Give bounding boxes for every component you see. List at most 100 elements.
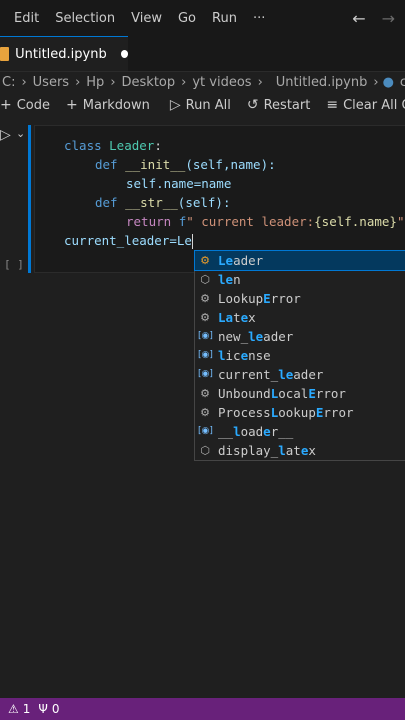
class-icon: ⚙ — [200, 292, 210, 305]
suggestion-text: __ — [218, 424, 234, 439]
clear-all-label: Clear All Ou — [343, 97, 405, 113]
notebook-file-icon — [0, 47, 10, 61]
suggestion-text: oad — [240, 424, 264, 439]
menu-view[interactable]: View — [123, 11, 170, 26]
restart-label: Restart — [263, 97, 311, 113]
punctuation: : — [154, 138, 162, 153]
plus-icon: + — [0, 97, 12, 113]
code-content: class Leader: def __init__(self,name): s… — [35, 126, 404, 249]
problems-status[interactable]: ⚠ 1 — [0, 702, 30, 716]
current-line-text: current_leader=Le — [64, 233, 192, 248]
breadcrumb-users[interactable]: Users — [31, 75, 71, 90]
suggestion-text: x — [308, 443, 316, 458]
chevron-down-icon[interactable]: ⌄ — [16, 127, 25, 140]
match-text: l — [218, 348, 226, 363]
menu-run[interactable]: Run — [204, 11, 245, 26]
suggestion-item[interactable]: [◉] __ l oad e r__ — [195, 422, 405, 441]
nav-arrows: ← → — [352, 0, 405, 36]
suggestion-text: Process — [218, 405, 271, 420]
suggestion-item[interactable]: [◉] new_ le ader — [195, 327, 405, 346]
match-text: le — [248, 329, 264, 344]
code-line-1: class Leader: — [64, 136, 162, 155]
match-text: E — [308, 386, 316, 401]
cube-icon: ⬡ — [200, 273, 210, 286]
suggestion-text: t — [233, 310, 241, 325]
suggestion-item[interactable]: ⚙ Unbound Local Error — [195, 384, 405, 403]
code-label: Code — [16, 97, 51, 113]
match-text: E — [315, 405, 324, 420]
menu-go[interactable]: Go — [170, 11, 204, 26]
variable-icon: [◉] — [198, 426, 213, 436]
params: (self): — [177, 195, 231, 210]
chevron-right-icon: › — [373, 74, 379, 90]
arrow-right-icon[interactable]: → — [382, 9, 395, 28]
suggestion-text: n — [233, 272, 241, 287]
suggestion-item[interactable]: [◉] l ic e nse — [195, 346, 405, 365]
function-name: __init__ — [125, 157, 186, 172]
add-code-cell-button[interactable]: + Code — [0, 97, 58, 113]
code-line-4: def __str__(self): — [95, 193, 230, 212]
menu-edit[interactable]: Edit — [0, 11, 47, 26]
string: " current leader: — [186, 214, 315, 229]
breadcrumb: C: › Users › Hp › Desktop › yt videos › … — [0, 71, 405, 93]
run-all-icon: ▷ — [169, 97, 181, 113]
params: (self,name): — [185, 157, 276, 172]
match-text: le — [278, 367, 294, 382]
breadcrumb-symbol[interactable]: class — [398, 75, 405, 90]
suggestion-text: ader — [263, 329, 294, 344]
suggestion-text: ader — [233, 253, 264, 268]
clear-all-outputs-button[interactable]: ≡ Clear All Ou — [318, 97, 405, 113]
add-markdown-cell-button[interactable]: + Markdown — [58, 97, 158, 113]
match-text: l — [278, 443, 286, 458]
suggestion-item[interactable]: ⬡ le n — [195, 270, 405, 289]
chevron-right-icon: › — [181, 74, 187, 90]
keyword: def — [95, 195, 126, 210]
chevron-right-icon: › — [257, 74, 263, 90]
match-text: La — [218, 310, 234, 325]
autocomplete-suggestions: ⚙ Le ader ⬡ le n ⚙ Lookup Error ⚙ La t e x [◉]… — [194, 250, 405, 461]
suggestion-item[interactable]: [◉] current_ le ader — [195, 365, 405, 384]
match-text: L — [270, 386, 279, 401]
suggestion-text: rror — [270, 291, 301, 306]
suggestion-text: Lookup — [218, 291, 264, 306]
class-icon: ⚙ — [200, 311, 210, 324]
suggestion-text: rror — [323, 405, 354, 420]
run-cell-icon[interactable]: ▷ — [0, 127, 11, 143]
suggestion-text: rror — [315, 386, 346, 401]
match-text: e — [300, 443, 309, 458]
chevron-right-icon: › — [75, 74, 81, 90]
breadcrumb-drive[interactable]: C: — [0, 75, 17, 90]
unsaved-dot-icon[interactable] — [120, 50, 128, 58]
tab-untitled-ipynb[interactable]: Untitled.ipynb — [0, 36, 128, 71]
execution-count: [ ] — [4, 258, 24, 271]
suggestion-item[interactable]: ⚙ Process Lookup Error — [195, 403, 405, 422]
suggestion-text: new_ — [218, 329, 249, 344]
breadcrumb-yt-videos[interactable]: yt videos — [190, 75, 253, 90]
chevron-right-icon: › — [110, 74, 116, 90]
class-icon: ⚙ — [200, 254, 210, 267]
match-text: e — [263, 424, 271, 439]
breadcrumb-hp[interactable]: Hp — [84, 75, 106, 90]
class-icon: ⚙ — [200, 406, 210, 419]
suggestion-text: display_ — [218, 443, 279, 458]
interpolation: {self.name} — [314, 214, 397, 229]
suggestion-text: ocal — [278, 386, 309, 401]
suggestion-item[interactable]: ⚙ La t e x — [195, 308, 405, 327]
ports-count: 0 — [51, 702, 60, 716]
ports-icon: Ψ — [38, 702, 48, 716]
arrow-left-icon[interactable]: ← — [352, 9, 365, 28]
suggestion-item[interactable]: ⬡ display_ l at e x — [195, 441, 405, 460]
match-text: le — [218, 272, 234, 287]
restart-button[interactable]: ↺ Restart — [239, 97, 318, 113]
suggestion-item[interactable]: ⚙ Lookup Error — [195, 289, 405, 308]
status-bar: ⚠ 1 Ψ 0 — [0, 698, 405, 720]
run-all-button[interactable]: ▷ Run All — [162, 97, 239, 113]
menu-more[interactable]: ··· — [245, 11, 273, 26]
class-icon: ⚙ — [200, 387, 210, 400]
breadcrumb-desktop[interactable]: Desktop — [120, 75, 178, 90]
ports-status[interactable]: Ψ 0 — [30, 702, 59, 716]
menu-selection[interactable]: Selection — [47, 11, 123, 26]
breadcrumb-file[interactable]: Untitled.ipynb — [274, 75, 370, 90]
suggestion-item[interactable]: ⚙ Le ader — [194, 250, 405, 271]
suggestion-text: ookup — [278, 405, 316, 420]
